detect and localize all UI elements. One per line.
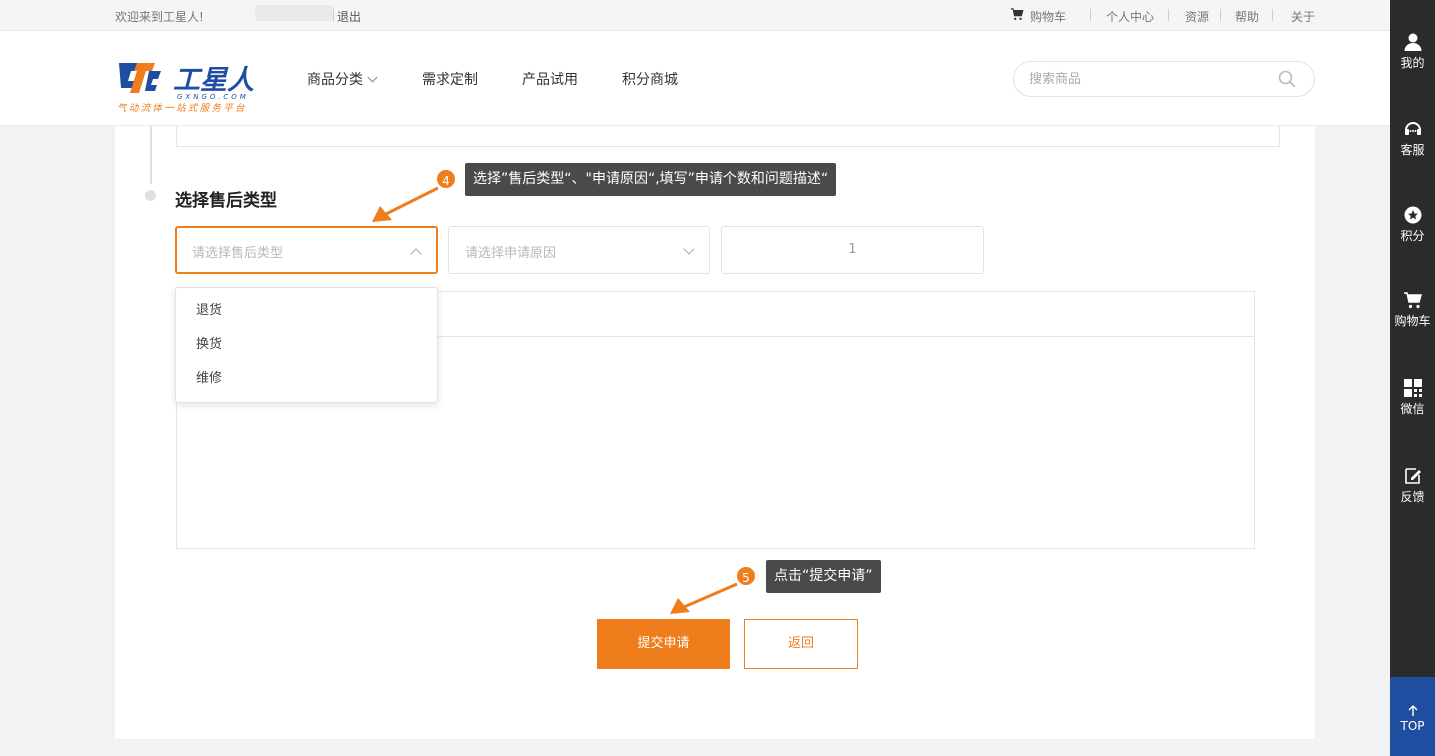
nav-custom-demand[interactable]: 需求定制 [422, 69, 478, 89]
back-button[interactable]: 返回 [744, 619, 858, 669]
divider [1168, 9, 1169, 21]
divider [1272, 9, 1273, 21]
user-center-link[interactable]: 个人中心 [1106, 8, 1154, 25]
sidebar-item-mine[interactable]: 我的 [1390, 32, 1435, 71]
back-to-top-button[interactable]: TOP [1390, 677, 1435, 756]
sidebar-item-label: 客服 [1400, 143, 1425, 157]
headset-icon [1404, 122, 1421, 135]
sidebar-item-wechat[interactable]: 微信 [1390, 378, 1435, 417]
svg-text:GXNGO.COM: GXNGO.COM [177, 93, 249, 101]
option-exchange[interactable]: 换货 [176, 328, 437, 362]
help-link[interactable]: 帮助 [1235, 8, 1259, 25]
search-input[interactable] [1013, 61, 1315, 97]
svg-text:工星人: 工星人 [173, 65, 254, 96]
top-label: TOP [1400, 719, 1425, 733]
site-logo[interactable]: 工星人 GXNGO.COM 气动流体一站式服务平台 [115, 59, 275, 119]
option-return[interactable]: 退货 [176, 294, 437, 328]
star-badge-icon [1404, 206, 1421, 224]
sidebar-item-cart[interactable]: 购物车 [1390, 290, 1435, 329]
resources-link[interactable]: 资源 [1185, 8, 1209, 25]
previous-section-box [176, 126, 1280, 147]
nav-label: 商品分类 [307, 72, 363, 88]
sidebar-item-feedback[interactable]: 反馈 [1390, 466, 1435, 505]
option-repair[interactable]: 维修 [176, 362, 437, 396]
divider [1090, 9, 1091, 21]
step-badge: 5 [735, 565, 757, 587]
sidebar-item-label: 我的 [1400, 56, 1425, 70]
select-placeholder: 请选择申请原因 [465, 246, 557, 261]
aftersale-type-select[interactable]: 请选择售后类型 [175, 226, 438, 274]
reason-select[interactable]: 请选择申请原因 [448, 226, 710, 274]
sidebar-item-label: 购物车 [1394, 314, 1431, 328]
about-link[interactable]: 关于 [1291, 8, 1315, 25]
divider [1220, 9, 1221, 21]
welcome-text: 欢迎来到工星人! [115, 10, 204, 24]
right-sidebar: 我的 客服 积分 购物车 微信 反馈 [1390, 0, 1435, 756]
chevron-down-icon [367, 72, 378, 83]
sidebar-item-label: 积分 [1400, 229, 1425, 243]
user-icon [1404, 33, 1421, 51]
logout-link[interactable]: 退出 [337, 8, 361, 25]
submit-application-button[interactable]: 提交申请 [597, 619, 730, 669]
search-icon[interactable] [1278, 70, 1296, 88]
chevron-down-icon [683, 243, 695, 255]
site-header: 工星人 GXNGO.COM 气动流体一站式服务平台 商品分类 需求定制 产品试用… [0, 31, 1390, 126]
cart-icon [1403, 292, 1422, 309]
timeline-line [150, 126, 152, 184]
username-blurred [255, 5, 333, 21]
quantity-input[interactable]: 1 [721, 226, 984, 274]
callout-tooltip: 选择”售后类型“、"申请原因“,填写”申请个数和问题描述“ [465, 163, 837, 196]
qrcode-icon [1403, 379, 1422, 397]
nav-points-mall[interactable]: 积分商城 [622, 69, 678, 89]
cart-icon [1010, 8, 1024, 20]
top-bar: 欢迎来到工星人! 退出 购物车 个人中心 资源 帮助 关于 [0, 0, 1390, 31]
aftersale-type-dropdown: 退货 换货 维修 [175, 287, 438, 403]
sidebar-item-label: 微信 [1400, 402, 1425, 416]
step-badge: 4 [435, 168, 457, 190]
sidebar-item-service[interactable]: 客服 [1390, 119, 1435, 158]
select-placeholder: 请选择售后类型 [192, 246, 284, 261]
cart-link[interactable]: 购物车 [1030, 8, 1066, 25]
sidebar-item-points[interactable]: 积分 [1390, 205, 1435, 244]
nav-product-categories[interactable]: 商品分类 [307, 69, 378, 89]
callout-tooltip: 点击“提交申请” [766, 560, 881, 593]
divider [333, 9, 334, 21]
section-title: 选择售后类型 [175, 191, 277, 211]
timeline-dot [145, 190, 156, 201]
arrow-up-icon [1408, 705, 1417, 716]
chevron-up-icon [410, 248, 422, 260]
nav-product-trial[interactable]: 产品试用 [522, 69, 578, 89]
edit-icon [1404, 468, 1421, 484]
sidebar-item-label: 反馈 [1400, 490, 1425, 504]
svg-text:气动流体一站式服务平台: 气动流体一站式服务平台 [117, 102, 247, 114]
